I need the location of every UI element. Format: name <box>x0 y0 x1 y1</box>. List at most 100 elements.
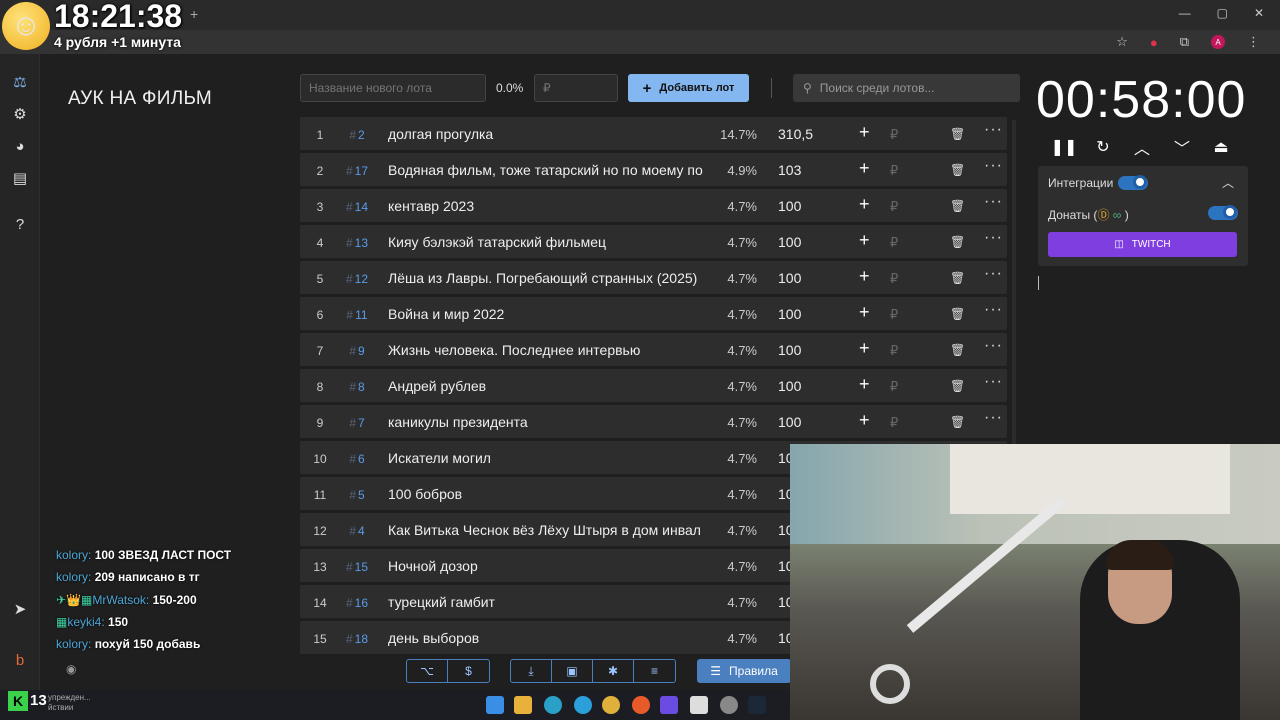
add-amount-icon[interactable]: + <box>859 410 870 431</box>
trash-icon[interactable]: 🗑 <box>950 235 965 249</box>
lot-id[interactable]: #14 <box>342 200 372 214</box>
lot-id[interactable]: #13 <box>342 236 372 250</box>
lot-amount[interactable]: 100 <box>778 414 801 430</box>
chevron-up-icon[interactable]: ︿ <box>1132 137 1152 158</box>
lot-amount[interactable]: 100 <box>778 342 801 358</box>
lot-amount[interactable]: 100 <box>778 306 801 322</box>
trash-icon[interactable]: 🗑 <box>950 379 965 393</box>
ruble-input-icon[interactable]: ₽ <box>890 271 898 287</box>
integrations-toggle[interactable] <box>1118 175 1148 190</box>
trash-icon[interactable]: 🗑 <box>950 271 965 285</box>
lot-id[interactable]: #5 <box>342 488 372 502</box>
extension-red-icon[interactable]: ● <box>1150 35 1158 50</box>
lot-name[interactable]: каникулы президента <box>388 414 710 430</box>
chevron-down-icon[interactable]: ﹀ <box>1172 137 1192 158</box>
lot-name[interactable]: день выборов <box>388 630 710 646</box>
lot-row[interactable]: 2 #17 Водяная фильм, тоже татарский но по … <box>300 153 1007 186</box>
close-icon[interactable]: ✕ <box>1254 6 1264 20</box>
trash-icon[interactable]: 🗑 <box>950 307 965 321</box>
more-options-icon[interactable]: ··· <box>984 409 1003 427</box>
new-tab-icon[interactable]: + <box>190 6 198 22</box>
lot-name[interactable]: Как Витька Чеснок вёз Лёху Штыря в дом и… <box>388 522 710 538</box>
collapse-chevron-icon[interactable]: ︿ <box>1222 174 1234 191</box>
lot-row[interactable]: 5 #12 Лёша из Лавры. Погребающий странных … <box>300 261 1007 294</box>
lot-name[interactable]: Ночной дозор <box>388 558 710 574</box>
github-icon[interactable]: ⌥ <box>407 660 448 682</box>
ruble-input-icon[interactable]: ₽ <box>890 379 898 395</box>
trash-icon[interactable]: 🗑 <box>950 163 965 177</box>
add-amount-icon[interactable]: + <box>859 230 870 251</box>
app-icon-3[interactable] <box>690 696 708 714</box>
lot-id[interactable]: #7 <box>342 416 372 430</box>
steam-icon[interactable] <box>748 696 766 714</box>
pie-chart-icon[interactable]: ◕ <box>10 136 30 156</box>
lot-id[interactable]: #6 <box>342 452 372 466</box>
bookmark-star-icon[interactable]: ☆ <box>1116 34 1128 50</box>
telegram-icon[interactable]: ➤ <box>10 599 30 619</box>
browser-menu-icon[interactable]: ⋮ <box>1247 34 1260 50</box>
save-icon[interactable]: ▣ <box>552 660 593 682</box>
lot-name[interactable]: 100 бобров <box>388 486 710 502</box>
rules-button[interactable]: ☰ Правила <box>697 659 791 683</box>
ruble-input-icon[interactable]: ₽ <box>890 307 898 323</box>
lot-id[interactable]: #12 <box>342 272 372 286</box>
ruble-input-icon[interactable]: ₽ <box>890 163 898 179</box>
more-options-icon[interactable]: ··· <box>984 373 1003 391</box>
lot-id[interactable]: #16 <box>342 596 372 610</box>
new-lot-amount-input[interactable] <box>534 74 618 102</box>
lot-id[interactable]: #17 <box>342 164 372 178</box>
minimize-icon[interactable]: — <box>1179 6 1191 20</box>
pause-icon[interactable]: ❚❚ <box>1051 137 1078 157</box>
lot-row[interactable]: 6 #11 Война и мир 2022 4.7% 100 + ₽ 🗑 ··· <box>300 297 1007 330</box>
obs-icon[interactable] <box>720 696 738 714</box>
file-explorer-icon[interactable] <box>514 696 532 714</box>
lot-id[interactable]: #2 <box>342 128 372 142</box>
lot-name[interactable]: Андрей рублев <box>388 378 710 394</box>
bug-icon[interactable]: ✱ <box>593 660 634 682</box>
download-icon[interactable]: ⤓ <box>511 660 552 682</box>
more-options-icon[interactable]: ··· <box>984 265 1003 283</box>
help-icon[interactable]: ? <box>10 214 30 234</box>
profile-avatar[interactable]: A <box>1211 35 1225 49</box>
collapse-up-icon[interactable]: ⏏ <box>1211 137 1231 157</box>
lot-name[interactable]: долгая прогулка <box>388 126 710 142</box>
lot-name[interactable]: Жизнь человека. Последнее интервью <box>388 342 710 358</box>
add-amount-icon[interactable]: + <box>859 194 870 215</box>
ruble-input-icon[interactable]: ₽ <box>890 235 898 251</box>
lot-id[interactable]: #9 <box>342 344 372 358</box>
donations-toggle[interactable] <box>1208 205 1238 220</box>
donate-dollar-icon[interactable]: $ <box>448 660 489 682</box>
maximize-icon[interactable]: ▢ <box>1217 6 1228 20</box>
lot-name[interactable]: Лёша из Лавры. Погребающий странных (202… <box>388 270 710 286</box>
lot-row[interactable]: 9 #7 каникулы президента 4.7% 100 + ₽ 🗑 ··· <box>300 405 1007 438</box>
telegram-taskbar-icon[interactable] <box>574 696 592 714</box>
more-options-icon[interactable]: ··· <box>984 229 1003 247</box>
boosty-icon[interactable]: b <box>10 650 30 670</box>
more-options-icon[interactable]: ··· <box>984 193 1003 211</box>
ruble-input-icon[interactable]: ₽ <box>890 127 898 143</box>
more-options-icon[interactable]: ··· <box>984 157 1003 175</box>
lot-name[interactable]: кентавр 2023 <box>388 198 710 214</box>
lot-id[interactable]: #8 <box>342 380 372 394</box>
lot-amount[interactable]: 100 <box>778 198 801 214</box>
lot-search[interactable]: ⚲ Поиск среди лотов... <box>793 74 1020 102</box>
lot-name[interactable]: Водяная фильм, тоже татарский но по моем… <box>388 162 710 178</box>
lot-amount[interactable]: 100 <box>778 234 801 250</box>
gavel-icon[interactable]: ⚖ <box>10 72 30 92</box>
lot-row[interactable]: 3 #14 кентавр 2023 4.7% 100 + ₽ 🗑 ··· <box>300 189 1007 222</box>
chrome-icon[interactable] <box>602 696 620 714</box>
trash-icon[interactable]: 🗑 <box>950 127 965 141</box>
lot-name[interactable]: Искатели могил <box>388 450 710 466</box>
add-lot-button[interactable]: + Добавить лот <box>628 74 749 102</box>
lot-amount[interactable]: 310,5 <box>778 126 813 142</box>
lot-row[interactable]: 1 #2 долгая прогулка 14.7% 310,5 + ₽ 🗑 ··· <box>300 117 1007 150</box>
edge-icon[interactable] <box>544 696 562 714</box>
lot-id[interactable]: #18 <box>342 632 372 646</box>
extensions-puzzle-icon[interactable]: ⧉ <box>1180 34 1189 50</box>
lot-name[interactable]: турецкий гамбит <box>388 594 710 610</box>
lot-name[interactable]: Кияу бэлэкэй татарский фильмец <box>388 234 710 250</box>
lot-row[interactable]: 7 #9 Жизнь человека. Последнее интервью 4.7… <box>300 333 1007 366</box>
lot-row[interactable]: 4 #13 Кияу бэлэкэй татарский фильмец 4.7% 10… <box>300 225 1007 258</box>
lot-id[interactable]: #15 <box>342 560 372 574</box>
trash-icon[interactable]: 🗑 <box>950 415 965 429</box>
